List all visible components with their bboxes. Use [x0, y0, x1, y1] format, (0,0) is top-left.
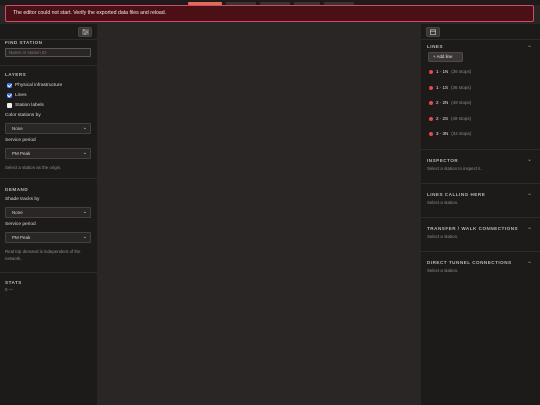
divider	[0, 272, 97, 273]
lines-calling-hint: Select a station.	[427, 200, 459, 205]
find-station-title: FIND STATION	[5, 40, 43, 45]
divider	[421, 251, 540, 252]
demand-service-label: Service period	[5, 222, 36, 227]
color-by-select[interactable]: None ⌄	[5, 123, 91, 134]
select-value: PM Peak	[12, 235, 31, 240]
line-stops: (49 stops)	[451, 116, 472, 121]
sliders-icon	[81, 29, 89, 35]
chevron-down-icon: ⌄	[82, 150, 87, 156]
service-period-select[interactable]: PM Peak ⌄	[5, 148, 91, 159]
line-item[interactable]: 2 · 2S (49 stops)	[429, 116, 471, 121]
tunnel-hint: Select a station.	[427, 268, 459, 273]
line-color-dot	[429, 69, 433, 74]
divider	[421, 39, 540, 40]
service-period-label: Service period	[5, 138, 36, 143]
layer-physical-infrastructure[interactable]: Physical infrastructure	[7, 83, 62, 88]
error-banner: The editor could not start. Verify the e…	[5, 5, 534, 22]
transfer-title: TRANSFER / WALK CONNECTIONS	[427, 226, 519, 231]
chevron-down-icon[interactable]: ⌄	[527, 258, 532, 265]
select-value: None	[12, 210, 23, 215]
layers-hint: Select a station as the origin.	[5, 165, 62, 170]
select-value: None	[12, 126, 23, 131]
filter-settings-button[interactable]	[78, 27, 92, 37]
station-search-placeholder: Name or station ID	[9, 50, 47, 55]
layer-label: Physical infrastructure	[15, 83, 63, 88]
inspector-title: INSPECTOR	[427, 158, 459, 163]
map-canvas[interactable]	[97, 24, 421, 405]
layer-station-labels[interactable]: Station labels	[7, 103, 44, 108]
line-item[interactable]: 1 · 1S (36 stops)	[429, 85, 471, 90]
line-name: 2 · 2N	[436, 100, 449, 105]
shade-tracks-label: Shade tracks by	[5, 197, 40, 202]
demand-service-select[interactable]: PM Peak ⌄	[5, 232, 91, 243]
line-color-dot	[429, 116, 433, 121]
chevron-down-icon: ⌄	[82, 125, 87, 131]
layers-title: LAYERS	[5, 72, 27, 77]
lines-calling-title: LINES CALLING HERE	[427, 192, 486, 197]
demand-title: DEMAND	[5, 187, 29, 192]
chevron-down-icon[interactable]: ⌄	[527, 156, 532, 163]
divider	[421, 149, 540, 150]
select-value: PM Peak	[12, 151, 31, 156]
demand-hint: Real trip demand is independent of the n…	[5, 249, 81, 261]
right-panel: LINES ⌄ + Add line 1 · 1N (36 stops) 1 ·…	[421, 24, 540, 405]
chevron-down-icon[interactable]: ⌄	[527, 190, 532, 197]
line-stops: (36 stops)	[451, 69, 472, 74]
layer-label: Lines	[15, 93, 27, 98]
shade-tracks-select[interactable]: None ⌄	[5, 207, 91, 218]
line-name: 1 · 1S	[436, 85, 449, 90]
line-stops: (49 stops)	[451, 100, 472, 105]
checkbox-unchecked[interactable]	[7, 103, 12, 108]
line-stops: (34 stops)	[451, 131, 472, 136]
line-color-dot	[429, 131, 433, 136]
layer-label: Station labels	[15, 103, 44, 108]
divider	[421, 183, 540, 184]
add-line-button[interactable]: + Add line	[428, 52, 463, 62]
line-item[interactable]: 3 · 3N (34 stops)	[429, 131, 471, 136]
lines-title: LINES	[427, 44, 444, 49]
color-by-label: Color stations by	[5, 113, 41, 118]
line-color-dot	[429, 85, 433, 90]
calendar-button[interactable]	[426, 27, 440, 37]
calendar-icon	[430, 29, 436, 35]
chevron-down-icon[interactable]: ⌄	[527, 224, 532, 231]
line-stops: (36 stops)	[451, 85, 472, 90]
checkbox-checked[interactable]	[7, 83, 12, 88]
line-name: 1 · 1N	[436, 69, 449, 74]
chevron-down-icon[interactable]: ⌄	[527, 42, 532, 49]
chevron-down-icon: ⌄	[82, 209, 87, 215]
station-search-input[interactable]: Name or station ID	[5, 48, 91, 57]
error-message: The editor could not start. Verify the e…	[13, 10, 167, 16]
line-color-dot	[429, 100, 433, 105]
left-panel: FIND STATION Name or station ID LAYERS P…	[0, 24, 97, 405]
layer-lines[interactable]: Lines	[7, 93, 26, 98]
line-name: 3 · 3N	[436, 131, 449, 136]
divider	[0, 65, 97, 66]
stats-title: STATS	[5, 280, 22, 285]
line-item[interactable]: 1 · 1N (36 stops)	[429, 69, 471, 74]
line-item[interactable]: 2 · 2N (49 stops)	[429, 100, 471, 105]
divider	[421, 217, 540, 218]
divider	[0, 178, 97, 179]
transfer-hint: Select a station.	[427, 234, 459, 239]
line-name: 2 · 2S	[436, 116, 449, 121]
inspector-hint: Select a station to inspect it.	[427, 166, 482, 171]
chevron-down-icon: ⌄	[82, 234, 87, 240]
tunnel-title: DIRECT TUNNEL CONNECTIONS	[427, 260, 512, 265]
stats-value: 0 —	[5, 287, 14, 292]
checkbox-checked[interactable]	[7, 93, 12, 98]
